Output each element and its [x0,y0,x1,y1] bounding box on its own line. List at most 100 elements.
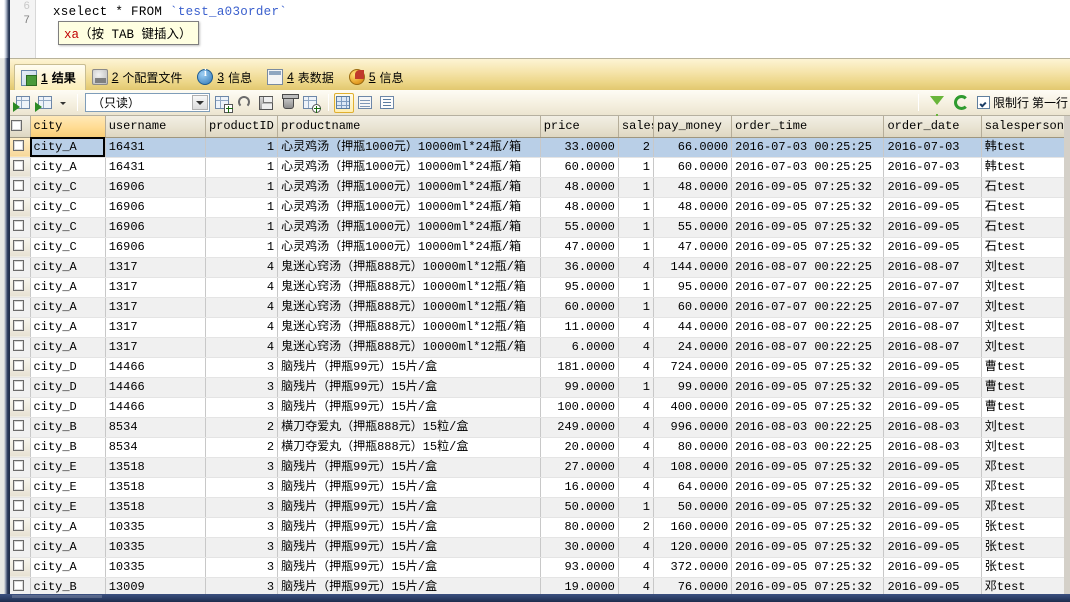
table-row[interactable]: city_A 10335 3 脑残片（押瓶99元）15片/盒 30.0000 4 120.0… [8,537,1070,558]
table-row[interactable]: city_E 13518 3 脑残片（押瓶99元）15片/盒 50.0000 1 50.00… [8,497,1070,518]
cell-salesperson[interactable]: 刘test [981,257,1070,278]
row-checkbox[interactable] [13,460,25,472]
row-select-gutter[interactable] [8,337,31,358]
cell-productname[interactable]: 心灵鸡汤（押瓶1000元）10000ml*24瓶/箱 [277,197,541,218]
row-checkbox[interactable] [13,260,25,272]
cell-city[interactable]: city_D [30,377,106,398]
cell-price[interactable]: 50.0000 [540,497,619,518]
cell-order_date[interactable]: 2016-08-07 [883,317,982,338]
edit-mode-combo[interactable]: （只读） [85,93,210,112]
table-row[interactable]: city_A 1317 4 鬼迷心窍汤（押瓶888元）10000ml*12瓶/箱 6.0… [8,337,1070,358]
row-select-gutter[interactable] [8,557,31,578]
text-view-button[interactable] [378,93,398,113]
cell-sales[interactable]: 1 [618,217,654,238]
row-checkbox[interactable] [13,380,25,392]
cell-sales[interactable]: 4 [618,417,654,438]
cell-productname[interactable]: 脑残片（押瓶99元）15片/盒 [277,397,541,418]
cell-salesperson[interactable]: 石test [981,197,1070,218]
cell-pay_money[interactable]: 144.0000 [653,257,733,278]
cell-order_time[interactable]: 2016-09-05 07:25:32 [731,177,885,198]
row-checkbox[interactable] [13,160,25,172]
table-row[interactable]: city_B 8534 2 横刀夺爱丸（押瓶888元）15粒/盒 20.0000 4 80.… [8,437,1070,458]
row-checkbox[interactable] [13,440,25,452]
cell-price[interactable]: 30.0000 [540,537,619,558]
cell-productID[interactable]: 3 [205,457,279,478]
cell-pay_money[interactable]: 48.0000 [653,197,733,218]
cell-username[interactable]: 14466 [105,357,206,378]
cell-order_time[interactable]: 2016-07-07 00:22:25 [731,277,885,298]
table-row[interactable]: city_C 16906 1 心灵鸡汤（押瓶1000元）10000ml*24瓶/箱 48… [8,197,1070,218]
row-checkbox[interactable] [13,580,25,592]
row-checkbox[interactable] [13,140,25,152]
cell-salesperson[interactable]: 张test [981,517,1070,538]
cell-city[interactable]: city_C [30,217,106,238]
cell-city[interactable]: city_C [30,237,106,258]
cell-order_date[interactable]: 2016-07-03 [883,137,982,158]
cell-city[interactable]: city_E [30,457,106,478]
cell-order_time[interactable]: 2016-09-05 07:25:32 [731,457,885,478]
cell-pay_money[interactable]: 724.0000 [653,357,733,378]
limit-rows-checkbox[interactable] [976,96,990,109]
cell-username[interactable]: 16906 [105,217,206,238]
select-all-checkbox[interactable] [11,119,22,131]
cell-username[interactable]: 14466 [105,377,206,398]
cell-salesperson[interactable]: 张test [981,537,1070,558]
cell-sales[interactable]: 4 [618,457,654,478]
cell-productname[interactable]: 脑残片（押瓶99元）15片/盒 [277,357,541,378]
funnel-icon[interactable] [927,93,947,119]
cell-order_date[interactable]: 2016-07-03 [883,157,982,178]
cell-salesperson[interactable]: 邓test [981,477,1070,498]
cell-order_date[interactable]: 2016-09-05 [883,197,982,218]
cell-salesperson[interactable]: 石test [981,237,1070,258]
cell-order_time[interactable]: 2016-09-05 07:25:32 [731,517,885,538]
row-select-gutter[interactable] [8,297,31,318]
cell-username[interactable]: 13518 [105,497,206,518]
cell-productID[interactable]: 4 [205,297,279,318]
cell-productID[interactable]: 2 [205,437,279,458]
row-select-gutter[interactable] [8,257,31,278]
cell-sales[interactable]: 2 [618,137,654,158]
cell-pay_money[interactable]: 60.0000 [653,157,733,178]
cell-order_time[interactable]: 2016-09-05 07:25:32 [731,357,885,378]
cell-order_date[interactable]: 2016-09-05 [883,497,982,518]
cell-productID[interactable]: 3 [205,477,279,498]
row-select-gutter[interactable] [8,457,31,478]
cell-salesperson[interactable]: 邓test [981,457,1070,478]
cell-productname[interactable]: 鬼迷心窍汤（押瓶888元）10000ml*12瓶/箱 [277,317,541,338]
tab-5[interactable]: 5 信息 [343,64,413,90]
row-select-gutter[interactable] [8,417,31,438]
cell-productID[interactable]: 3 [205,357,279,378]
cell-price[interactable]: 36.0000 [540,257,619,278]
cell-price[interactable]: 6.0000 [540,337,619,358]
cell-productID[interactable]: 3 [205,377,279,398]
cell-productname[interactable]: 鬼迷心窍汤（押瓶888元）10000ml*12瓶/箱 [277,297,541,318]
cell-pay_money[interactable]: 24.0000 [653,337,733,358]
cell-pay_money[interactable]: 60.0000 [653,297,733,318]
row-checkbox[interactable] [13,560,25,572]
row-select-gutter[interactable] [8,217,31,238]
cell-price[interactable]: 60.0000 [540,297,619,318]
cell-username[interactable]: 13518 [105,457,206,478]
row-checkbox[interactable] [13,300,25,312]
column-header-order_time[interactable]: order_time [731,116,885,138]
row-checkbox[interactable] [13,360,25,372]
cell-price[interactable]: 93.0000 [540,557,619,578]
cell-pay_money[interactable]: 996.0000 [653,417,733,438]
table-row[interactable]: city_A 1317 4 鬼迷心窍汤（押瓶888元）10000ml*12瓶/箱 95.… [8,277,1070,298]
cell-price[interactable]: 20.0000 [540,437,619,458]
cell-order_date[interactable]: 2016-07-07 [883,297,982,318]
chevron-down-icon[interactable] [192,95,208,110]
cell-city[interactable]: city_C [30,177,106,198]
autocomplete-tooltip[interactable]: xa（按 TAB 键插入） [58,21,199,45]
row-select-gutter[interactable] [8,497,31,518]
cell-pay_money[interactable]: 50.0000 [653,497,733,518]
tab-4[interactable]: 4 表数据 [261,64,343,90]
table-row[interactable]: city_A 10335 3 脑残片（押瓶99元）15片/盒 93.0000 4 372.0… [8,557,1070,578]
cell-order_time[interactable]: 2016-09-05 07:25:32 [731,557,885,578]
row-checkbox[interactable] [13,200,25,212]
row-select-gutter[interactable] [8,177,31,198]
cell-pay_money[interactable]: 55.0000 [653,217,733,238]
row-select-gutter[interactable] [8,197,31,218]
cell-price[interactable]: 47.0000 [540,237,619,258]
row-select-gutter[interactable] [8,437,31,458]
